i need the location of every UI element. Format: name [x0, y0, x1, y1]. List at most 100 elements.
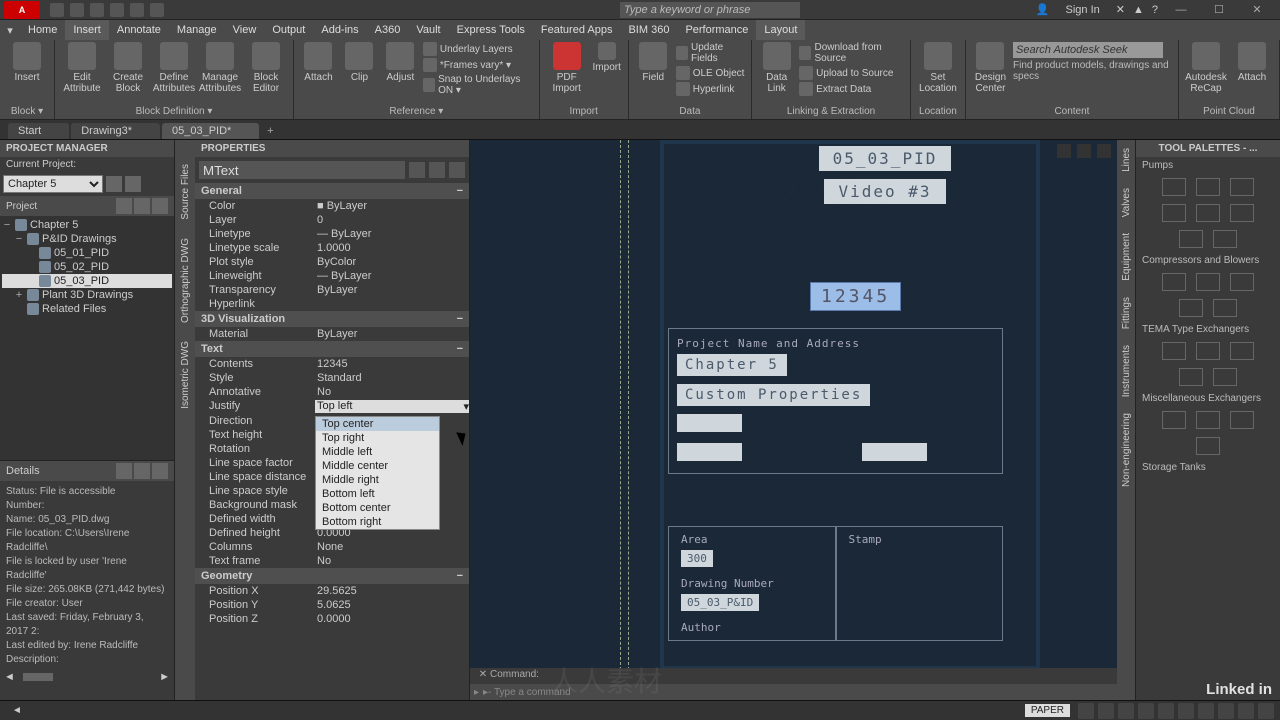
exchange-icon[interactable]: ✕ — [1116, 3, 1125, 16]
comp-icon-5[interactable] — [1213, 299, 1237, 317]
help-search[interactable]: Type a keyword or phrase — [620, 2, 800, 18]
ole-object[interactable]: OLE Object — [676, 66, 745, 80]
qat-redo-icon[interactable] — [130, 3, 144, 17]
details-ico1[interactable] — [116, 463, 132, 479]
tema-icon-4[interactable] — [1179, 368, 1203, 386]
sb-ico5[interactable] — [1158, 703, 1174, 719]
upload-source[interactable]: Upload to Source — [799, 66, 904, 80]
qat-new-icon[interactable] — [50, 3, 64, 17]
update-fields[interactable]: Update Fields — [676, 42, 745, 64]
prop-justify[interactable]: JustifyTop left▾Top centerTop rightMiddl… — [195, 399, 469, 414]
cmd-close-icon[interactable]: ✕ — [476, 669, 490, 683]
sect-text[interactable]: Text− — [195, 341, 469, 357]
tree-plant3d[interactable]: +Plant 3D Drawings — [2, 288, 172, 302]
tree-chapter5[interactable]: −Chapter 5 — [2, 218, 172, 232]
tpv-lines[interactable]: Lines — [1119, 140, 1134, 180]
tab-output[interactable]: Output — [264, 20, 313, 40]
justify-opt-middle-left[interactable]: Middle left — [316, 445, 439, 459]
sb-ico8[interactable] — [1218, 703, 1234, 719]
props-toggle-icon[interactable] — [409, 162, 425, 178]
prop-style[interactable]: StyleStandard — [195, 371, 469, 385]
tpv-noneng[interactable]: Non-engineering — [1119, 405, 1134, 495]
pump-icon-7[interactable] — [1179, 230, 1203, 248]
tpv-instruments[interactable]: Instruments — [1119, 337, 1134, 405]
tab-annotate[interactable]: Annotate — [109, 20, 169, 40]
misc-icon-3[interactable] — [1230, 411, 1254, 429]
tree-0503[interactable]: 05_03_PID — [2, 274, 172, 288]
misc-icon-1[interactable] — [1162, 411, 1186, 429]
group-reference[interactable]: Reference ▾ — [300, 104, 533, 117]
qat-save-icon[interactable] — [90, 3, 104, 17]
comp-icon-4[interactable] — [1179, 299, 1203, 317]
tab-a360[interactable]: A360 — [367, 20, 409, 40]
block-editor-button[interactable]: Block Editor — [245, 42, 287, 94]
prop-linetype[interactable]: Linetype— ByLayer — [195, 227, 469, 241]
adjust-button[interactable]: Adjust — [382, 42, 419, 83]
pc-attach-button[interactable]: Attach — [1231, 42, 1273, 83]
justify-opt-middle-right[interactable]: Middle right — [316, 473, 439, 487]
justify-opt-top-right[interactable]: Top right — [316, 431, 439, 445]
sb-ico9[interactable] — [1238, 703, 1254, 719]
prop-columns[interactable]: ColumnsNone — [195, 540, 469, 554]
comp-icon-1[interactable] — [1162, 273, 1186, 291]
manage-attributes-button[interactable]: Manage Attributes — [199, 42, 241, 94]
tab-layout[interactable]: Layout — [756, 20, 805, 40]
prop-linetype-scale[interactable]: Linetype scale1.0000 — [195, 241, 469, 255]
project-select[interactable]: Chapter 5 — [3, 175, 103, 193]
justify-opt-bottom-right[interactable]: Bottom right — [316, 515, 439, 529]
tema-icon-1[interactable] — [1162, 342, 1186, 360]
justify-opt-top-center[interactable]: Top center — [316, 417, 439, 431]
group-blockdef[interactable]: Block Definition ▾ — [61, 104, 287, 117]
paper-toggle[interactable]: PAPER — [1025, 704, 1070, 717]
tab-vault[interactable]: Vault — [408, 20, 448, 40]
vtab-source[interactable]: Source Files — [178, 160, 193, 224]
justify-opt-bottom-center[interactable]: Bottom center — [316, 501, 439, 515]
prop-position-z[interactable]: Position Z0.0000 — [195, 612, 469, 626]
new-tab-button[interactable]: + — [261, 123, 279, 139]
help-icon[interactable]: ? — [1152, 4, 1158, 16]
clip-button[interactable]: Clip — [341, 42, 378, 83]
pdf-import-button[interactable]: PDF Import — [546, 42, 588, 94]
tab-featured[interactable]: Featured Apps — [533, 20, 621, 40]
object-type-select[interactable] — [199, 161, 405, 179]
tab-bim360[interactable]: BIM 360 — [620, 20, 677, 40]
prop-hyperlink[interactable]: Hyperlink — [195, 297, 469, 311]
prop-position-y[interactable]: Position Y5.0625 — [195, 598, 469, 612]
group-block[interactable]: Block ▾ — [6, 104, 48, 117]
sb-ico6[interactable] — [1178, 703, 1194, 719]
tab-addins[interactable]: Add-ins — [313, 20, 366, 40]
prop-color[interactable]: Color■ ByLayer — [195, 199, 469, 213]
prop-text-frame[interactable]: Text frameNo — [195, 554, 469, 568]
tpv-valves[interactable]: Valves — [1119, 180, 1134, 225]
sect-geometry[interactable]: Geometry− — [195, 568, 469, 584]
app-menu-icon[interactable]: ▾ — [0, 24, 20, 37]
tema-icon-3[interactable] — [1230, 342, 1254, 360]
details-ico3[interactable] — [152, 463, 168, 479]
prop-transparency[interactable]: TransparencyByLayer — [195, 283, 469, 297]
a360-icon[interactable]: ▲ — [1133, 4, 1144, 16]
comp-icon-3[interactable] — [1230, 273, 1254, 291]
prop-plot-style[interactable]: Plot styleByColor — [195, 255, 469, 269]
minimize-button[interactable]: — — [1166, 1, 1196, 19]
tab-manage[interactable]: Manage — [169, 20, 225, 40]
selected-mtext[interactable]: 12345 — [810, 282, 901, 311]
maximize-button[interactable]: ☐ — [1204, 1, 1234, 19]
tab-performance[interactable]: Performance — [677, 20, 756, 40]
justify-opt-bottom-left[interactable]: Bottom left — [316, 487, 439, 501]
pump-icon-8[interactable] — [1213, 230, 1237, 248]
sb-left[interactable]: ◄ — [6, 705, 28, 716]
field-button[interactable]: Field — [635, 42, 672, 83]
hyperlink[interactable]: Hyperlink — [676, 82, 745, 96]
design-center-button[interactable]: Design Center — [972, 42, 1009, 94]
sb-ico10[interactable] — [1258, 703, 1274, 719]
sect-3dviz[interactable]: 3D Visualization− — [195, 311, 469, 327]
download-source[interactable]: Download from Source — [799, 42, 904, 64]
tab-home[interactable]: Home — [20, 20, 65, 40]
pm-tool2-icon[interactable] — [125, 176, 141, 192]
props-sel-icon[interactable] — [449, 162, 465, 178]
vtab-iso[interactable]: Isometric DWG — [178, 337, 193, 413]
recap-button[interactable]: Autodesk ReCap — [1185, 42, 1227, 94]
pm-hdr-ico3[interactable] — [152, 198, 168, 214]
underlay-layers[interactable]: Underlay Layers — [423, 42, 533, 56]
frames-vary[interactable]: *Frames vary* ▾ — [423, 58, 533, 72]
